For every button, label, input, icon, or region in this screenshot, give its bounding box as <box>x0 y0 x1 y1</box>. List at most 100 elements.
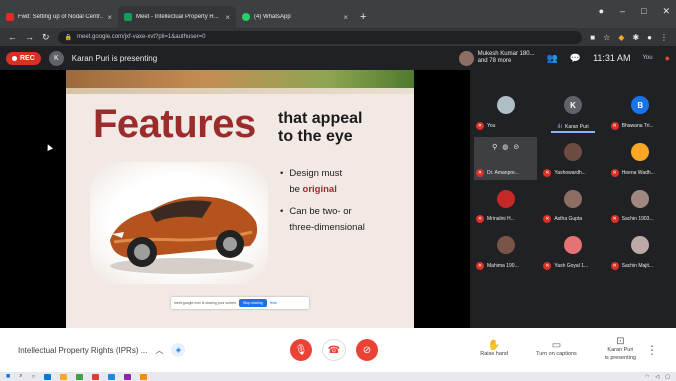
star-icon[interactable]: ☆ <box>603 33 610 42</box>
url-field[interactable]: 🔒 meet.google.com/jxf-vaxe-xvt?pli=1&aut… <box>57 30 583 44</box>
participant-tile[interactable]: ✕ Sachin Majit... <box>608 230 672 274</box>
forward-icon[interactable]: → <box>25 32 34 42</box>
profile-avatar-icon[interactable]: ● <box>647 33 652 42</box>
meeting-details[interactable]: Intellectual Property Rights (IPRs) ... … <box>18 343 268 357</box>
people-icon[interactable]: 👥 <box>547 53 558 64</box>
participant-tile[interactable]: ✕ You <box>474 90 538 133</box>
profile-dot-icon[interactable]: ● <box>599 6 604 17</box>
participant-avatar <box>563 189 582 208</box>
bullet-item: • Can be two- or three-dimensional <box>280 204 365 236</box>
participant-avatar: B <box>631 96 650 114</box>
close-icon[interactable]: × <box>107 13 112 22</box>
menu-kebab-icon[interactable]: ⋮ <box>660 33 668 42</box>
lock-icon: 🔒 <box>64 34 73 41</box>
call-controls: 🎙 ☎ ⊘ <box>290 339 378 361</box>
meeting-actions: ✋ Raise hand ▭ Turn on captions ⊡ Karan … <box>480 336 636 362</box>
participant-name: Karan Puri <box>565 123 589 130</box>
maximize-button[interactable]: □ <box>641 6 646 17</box>
close-icon[interactable]: × <box>225 13 230 22</box>
participant-avatar <box>563 236 582 255</box>
window-controls: ● – □ ✕ <box>599 6 670 17</box>
search-icon[interactable]: ⌕ <box>19 373 22 380</box>
participant-tile[interactable]: ⚲ ◍ ⊝ ✕ Dr. Amanpre... <box>474 136 538 180</box>
mic-toggle-button[interactable]: 🎙 <box>290 339 312 361</box>
subtitle-line-2: to the eye <box>278 128 353 145</box>
participant-tile[interactable]: ✕ Mrinalini H... <box>474 183 538 227</box>
bullet-dot-icon: • <box>280 206 284 217</box>
participant-avatar <box>631 236 650 255</box>
mic-off-icon: ✕ <box>610 168 619 177</box>
browser-tab-whatsapp[interactable]: (4) WhatsApp × <box>236 6 354 28</box>
mute-icon[interactable]: ◍ <box>502 143 508 151</box>
participant-tile[interactable]: B ✕ Bhawana Tri... <box>608 90 672 133</box>
os-taskbar: ■ ⌕ ○ ◠ ◁ ▢ <box>0 372 676 381</box>
participant-label: ✕ Sachin Majit... <box>610 262 653 271</box>
captions-button[interactable]: ▭ Turn on captions <box>536 341 577 358</box>
clock: 11:31 AM <box>593 53 631 63</box>
taskbar-app-icon[interactable] <box>60 373 68 380</box>
task-view-icon[interactable]: ○ <box>32 374 36 380</box>
close-icon[interactable]: × <box>343 13 348 22</box>
participant-tile[interactable]: ✕ Sachin 1903... <box>608 183 672 227</box>
participant-name: Astha Gupta <box>554 216 583 223</box>
participant-name: Mrinalini H... <box>487 216 515 223</box>
extension-icon[interactable]: ◆ <box>618 33 624 42</box>
taskbar-app-icon[interactable] <box>92 373 100 380</box>
url-text: meet.google.com/jxf-vaxe-xvt?pli=1&authu… <box>77 34 206 40</box>
participant-label: ılı Karan Puri <box>557 124 588 130</box>
minimize-button[interactable]: – <box>620 6 625 17</box>
taskbar-app-icon[interactable] <box>140 373 148 380</box>
participant-label: ✕ You <box>476 121 495 130</box>
present-status-button[interactable]: ⊡ Karan Puri is presenting <box>604 336 636 362</box>
volume-icon[interactable]: ◁ <box>655 374 659 380</box>
participant-tile[interactable]: ✕ Yashowardh... <box>541 136 605 180</box>
remove-icon[interactable]: ⊝ <box>513 143 519 151</box>
participant-label: ✕ Mahima 190... <box>476 262 519 271</box>
participant-tile[interactable]: ✕ Astha Gupta <box>541 183 605 227</box>
mic-off-icon: ✕ <box>476 215 484 224</box>
leave-call-button[interactable]: ☎ <box>322 339 346 361</box>
self-view-thumb[interactable]: You <box>642 55 652 61</box>
raise-hand-button[interactable]: ✋ Raise hand <box>480 340 508 358</box>
joined-more: and 78 more <box>477 58 512 64</box>
chevron-up-icon[interactable]: ︿ <box>155 345 163 356</box>
participant-tile[interactable]: ✕ Mahima 190... <box>474 230 538 274</box>
speaking-indicator-icon: ılı <box>557 123 562 130</box>
hide-banner-button[interactable]: Hide <box>270 301 277 305</box>
close-window-button[interactable]: ✕ <box>662 6 670 17</box>
taskbar-app-icon[interactable] <box>76 373 84 380</box>
participant-avatar <box>631 189 650 208</box>
chat-icon[interactable]: 💬 <box>570 53 581 64</box>
slide-header-shadow <box>66 88 414 94</box>
participant-tile[interactable]: ✕ Heena Wadh... <box>608 136 672 180</box>
taskbar-app-icon[interactable] <box>124 373 132 380</box>
shield-icon[interactable]: ◈ <box>171 343 186 357</box>
wifi-icon[interactable]: ◠ <box>645 374 649 380</box>
back-icon[interactable]: ← <box>8 32 17 42</box>
hand-icon: ✋ <box>487 340 501 351</box>
taskbar-app-icon[interactable] <box>44 373 52 380</box>
stop-sharing-button[interactable]: Stop sharing <box>239 299 267 307</box>
puzzle-icon[interactable]: ✱ <box>632 33 639 42</box>
notifications-icon[interactable]: ▢ <box>665 374 670 380</box>
pin-icon[interactable]: ⚲ <box>492 143 497 151</box>
taskbar-app-icon[interactable] <box>108 373 116 380</box>
reload-icon[interactable]: ↻ <box>42 32 50 43</box>
present-icon: ⊡ <box>616 336 625 347</box>
mic-off-icon: ✕ <box>610 121 619 130</box>
meet-top-bar: REC K Karan Puri is presenting Mukesh Ku… <box>0 46 676 70</box>
action-label: is presenting <box>604 355 636 361</box>
slide-title: Features <box>93 102 256 146</box>
browser-tab-gmail[interactable]: Fwd: Setting up of Nodal Centr... × <box>0 6 118 28</box>
camera-indicator-icon[interactable]: ■ <box>590 33 595 42</box>
windows-start-icon[interactable]: ■ <box>6 373 10 380</box>
participant-tile[interactable]: ✕ Yash Goyal 1... <box>541 230 605 274</box>
more-options-icon[interactable]: ⋮ <box>646 343 658 357</box>
recording-badge: REC <box>6 51 41 65</box>
participant-tile[interactable]: K ılı Karan Puri <box>541 90 605 133</box>
browser-tab-meet[interactable]: Meet - Intellectual Property R... × <box>118 6 236 28</box>
participant-name: Mahima 190... <box>487 263 519 270</box>
participant-name: Sachin 1903... <box>621 216 654 223</box>
camera-toggle-button[interactable]: ⊘ <box>356 339 378 361</box>
new-tab-button[interactable]: + <box>354 6 372 28</box>
